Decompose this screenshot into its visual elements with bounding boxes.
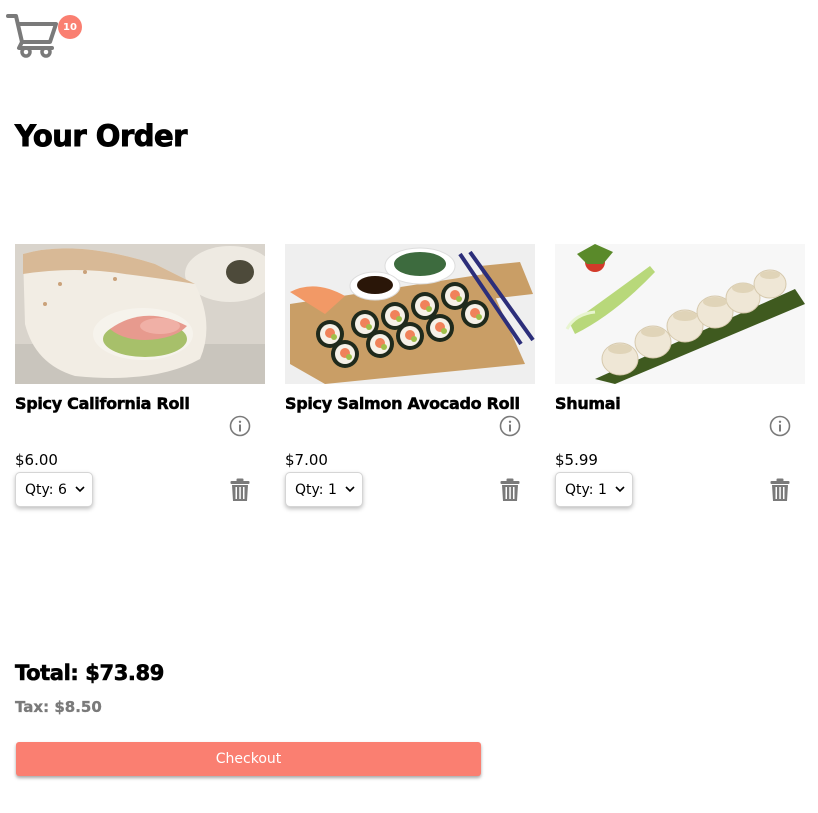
item-name: Shumai <box>555 394 621 414</box>
quantity-select[interactable]: Qty: 1 <box>555 472 633 507</box>
item-price: $6.00 <box>15 451 58 469</box>
order-item: Spicy Salmon Avocado Roll $7.00 Qty: 1 <box>285 244 535 514</box>
trash-icon <box>500 478 520 501</box>
trash-icon <box>230 478 250 501</box>
delete-item-button[interactable] <box>500 478 520 502</box>
quantity-select[interactable]: Qty: 6 <box>15 472 93 507</box>
shopping-cart-icon <box>6 14 58 58</box>
order-total: Total: $73.89 <box>15 661 165 686</box>
spicy-salmon-avocado-roll-image <box>285 244 535 384</box>
quantity-value: Qty: 1 <box>295 481 337 498</box>
delete-item-button[interactable] <box>770 478 790 502</box>
spicy-california-roll-image <box>15 244 265 384</box>
delete-item-button[interactable] <box>230 478 250 502</box>
quantity-value: Qty: 1 <box>565 481 607 498</box>
checkout-button[interactable]: Checkout <box>16 742 481 776</box>
trash-icon <box>770 478 790 501</box>
info-icon-button[interactable] <box>499 415 521 437</box>
info-circle-icon <box>769 415 791 437</box>
page-title: Your Order <box>15 119 188 154</box>
chevron-down-icon <box>345 486 355 493</box>
item-name: Spicy California Roll <box>15 394 190 414</box>
cart-button[interactable]: 10 <box>6 8 82 58</box>
order-item: Spicy California Roll $6.00 Qty: 6 <box>15 244 265 514</box>
item-name: Spicy Salmon Avocado Roll <box>285 394 521 414</box>
order-page: 10 Your Order Spicy California Roll $6.0… <box>0 0 818 813</box>
cart-count-badge: 10 <box>58 15 82 39</box>
chevron-down-icon <box>615 486 625 493</box>
order-tax: Tax: $8.50 <box>15 698 102 716</box>
info-icon-button[interactable] <box>769 415 791 437</box>
item-price: $5.99 <box>555 451 598 469</box>
shumai-image <box>555 244 805 384</box>
quantity-value: Qty: 6 <box>25 481 67 498</box>
quantity-select[interactable]: Qty: 1 <box>285 472 363 507</box>
order-item: Shumai $5.99 Qty: 1 <box>555 244 805 514</box>
info-icon-button[interactable] <box>229 415 251 437</box>
chevron-down-icon <box>75 486 85 493</box>
info-circle-icon <box>229 415 251 437</box>
info-circle-icon <box>499 415 521 437</box>
item-price: $7.00 <box>285 451 328 469</box>
